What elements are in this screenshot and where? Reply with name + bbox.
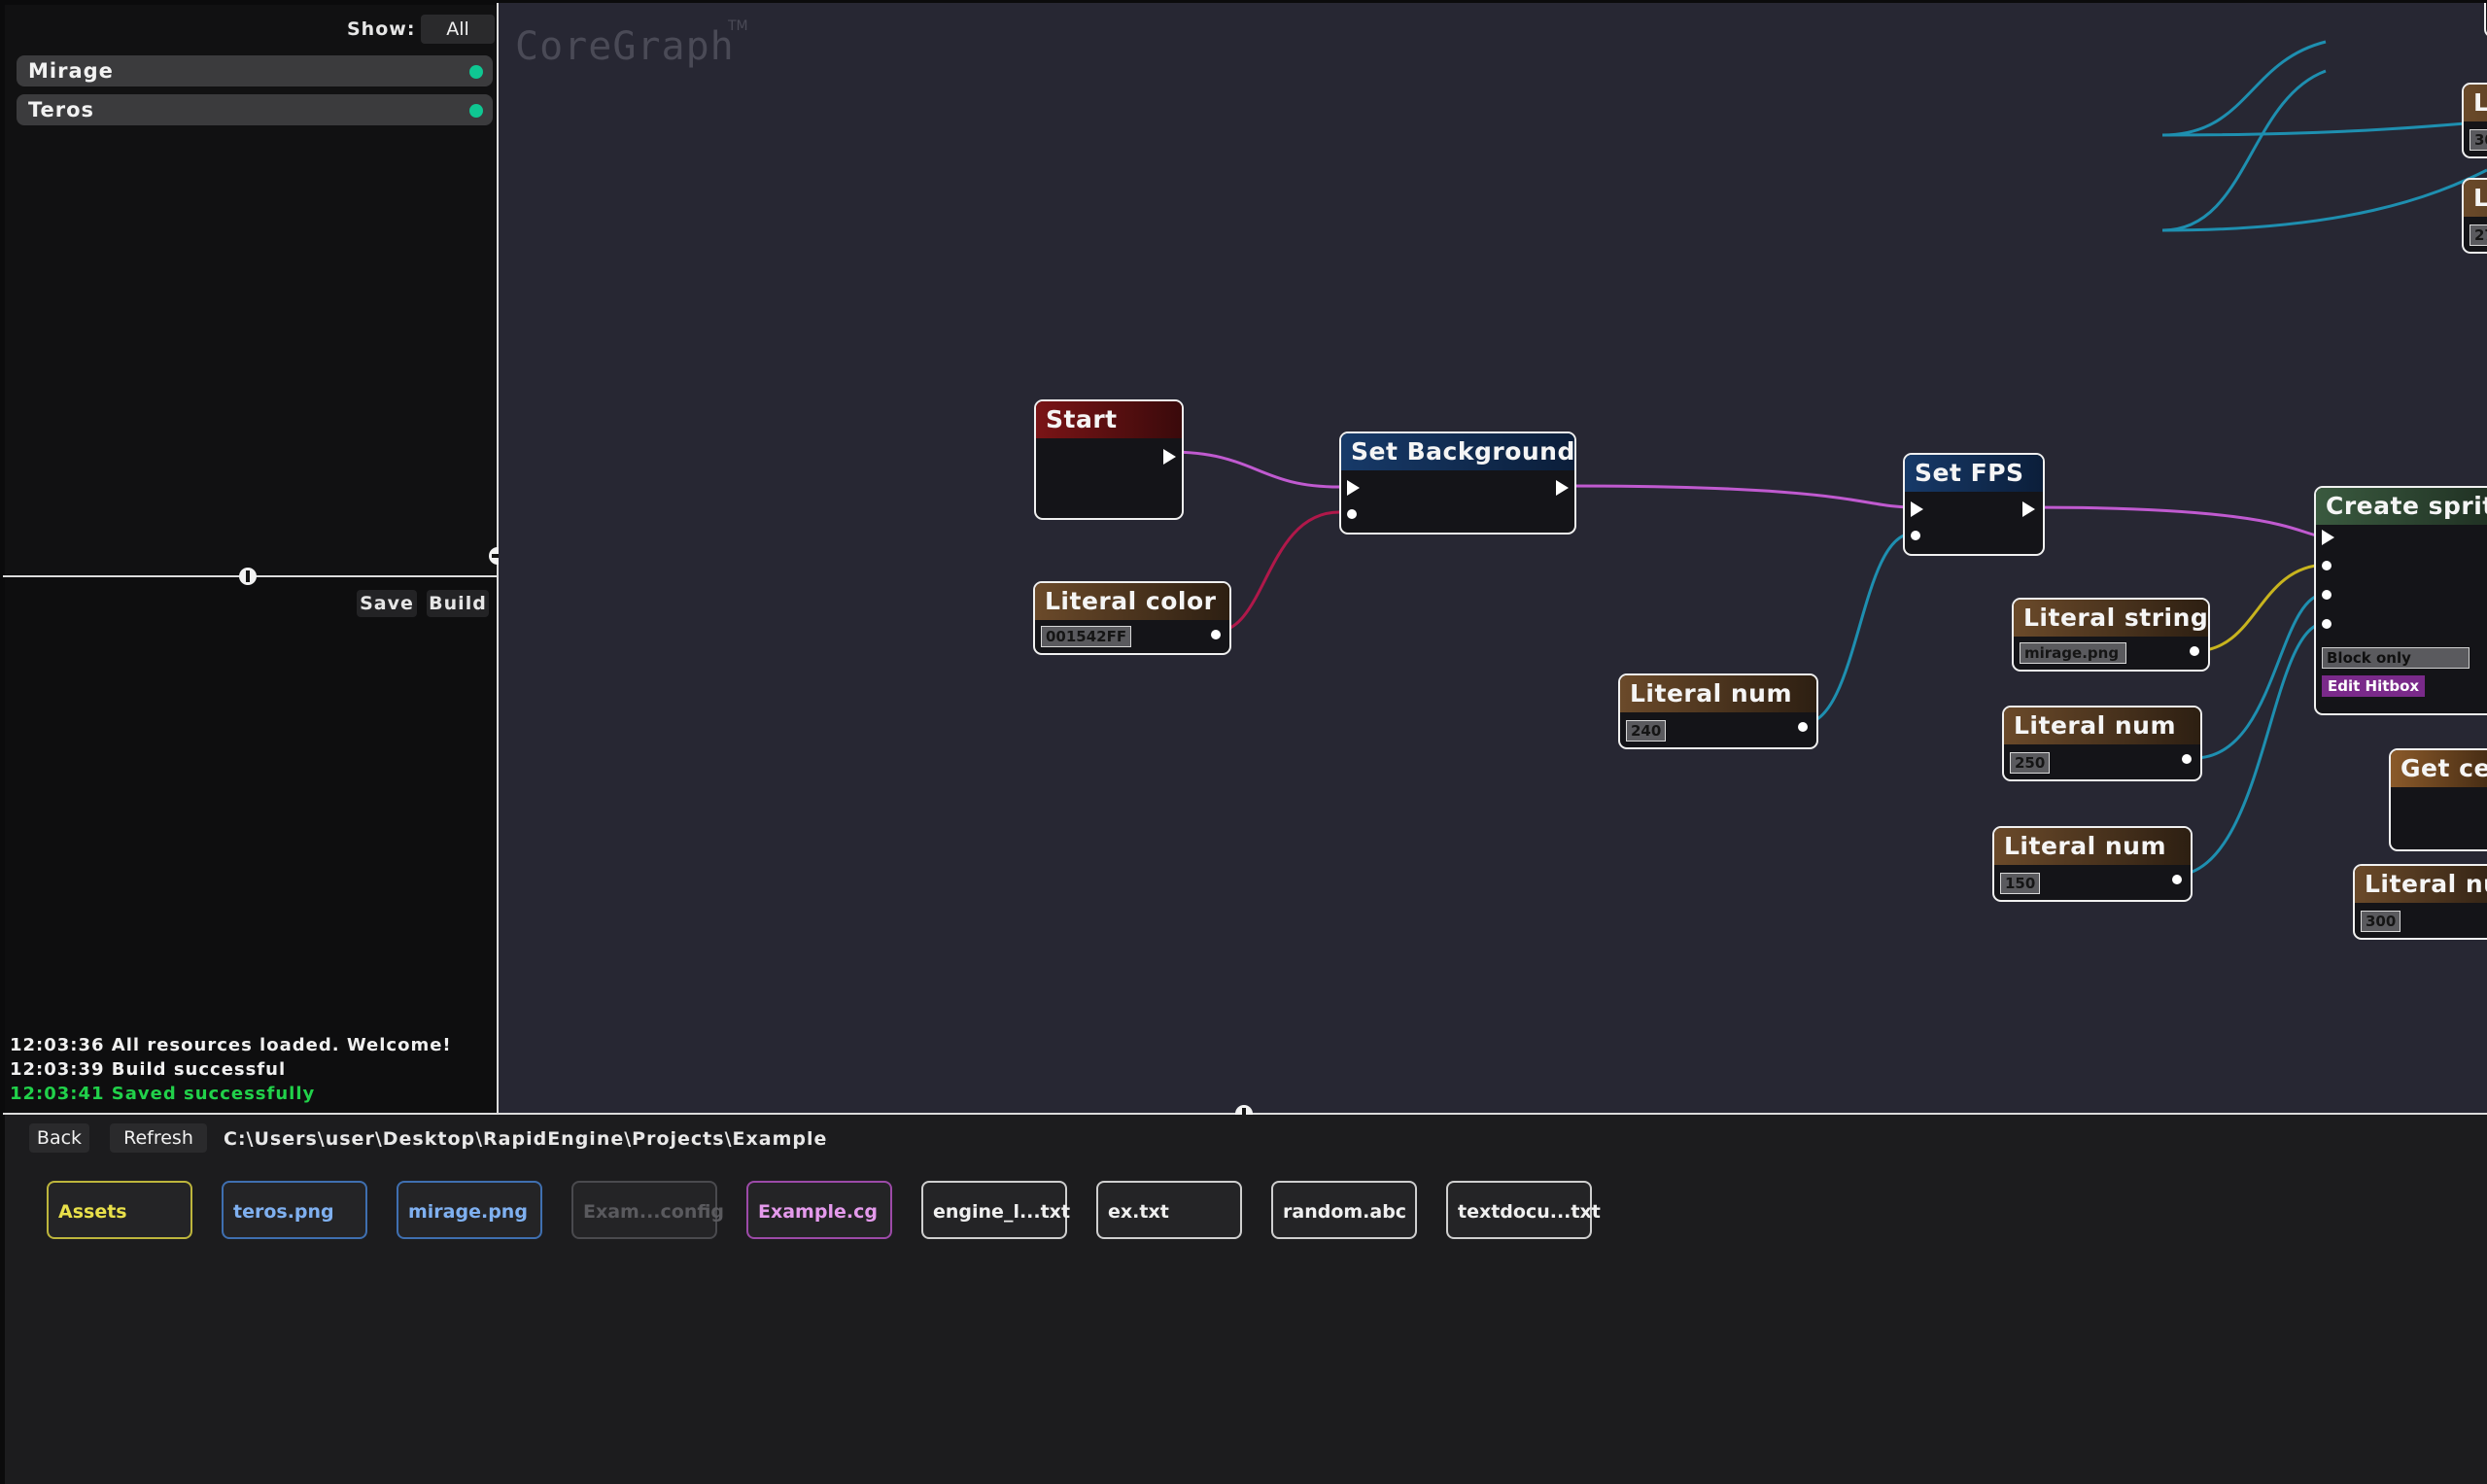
file-browser-panel: Back Refresh C:\Users\user\Desktop\Rapid… bbox=[5, 1115, 2487, 1484]
edit-hitbox-button[interactable]: Edit Hitbox bbox=[2322, 675, 2426, 697]
node-title: Start bbox=[1036, 401, 1182, 438]
node-start[interactable]: Start bbox=[1034, 399, 1184, 520]
node-title: Literal num bbox=[2464, 180, 2487, 217]
exec-wire bbox=[2028, 505, 2327, 538]
number-value-field[interactable]: 300 bbox=[2361, 911, 2401, 932]
node-title: Literal num bbox=[2004, 707, 2200, 744]
exec-out-pin-icon[interactable] bbox=[1163, 449, 1176, 465]
build-button[interactable]: Build bbox=[427, 590, 489, 617]
exec-out-pin-icon[interactable] bbox=[2022, 501, 2035, 517]
node-title: Set FPS bbox=[1905, 455, 2043, 492]
node-title: Get cer bbox=[2391, 750, 2487, 787]
node-set-fps[interactable]: Set FPS bbox=[1903, 453, 2045, 556]
save-button[interactable]: Save bbox=[357, 590, 417, 617]
show-filter-dropdown[interactable]: All bbox=[421, 15, 495, 44]
variables-panel: Show: All Mirage Teros bbox=[5, 5, 496, 575]
color-in-pin-icon[interactable] bbox=[1347, 509, 1357, 519]
node-create-sprite[interactable]: Create sprite Block only Edit Hitbox bbox=[2314, 486, 2487, 715]
node-set-background[interactable]: Set Background bbox=[1339, 431, 1576, 535]
variable-item-mirage[interactable]: Mirage bbox=[17, 55, 493, 86]
exec-wire bbox=[1168, 450, 1340, 489]
node-title: Literal num bbox=[1620, 675, 1816, 712]
file-item-teros-png[interactable]: teros.png bbox=[222, 1181, 367, 1239]
number-wire bbox=[1802, 532, 1914, 726]
node-literal-num-270[interactable]: Literal num 270 bbox=[2462, 178, 2487, 254]
log-line: 12:03:39 Build successful bbox=[10, 1059, 287, 1080]
log-line-success: 12:03:41 Saved successfully bbox=[10, 1084, 316, 1104]
number-wire bbox=[2161, 40, 2327, 137]
node-literal-color[interactable]: Literal color 001542FF bbox=[1033, 581, 1231, 655]
node-title: Literal num bbox=[1994, 828, 2191, 865]
output-pin-icon[interactable] bbox=[1798, 722, 1808, 732]
exec-in-pin-icon[interactable] bbox=[1911, 501, 1923, 517]
status-dot bbox=[469, 104, 483, 118]
number-in-pin-icon[interactable] bbox=[2322, 619, 2332, 629]
output-pin-icon[interactable] bbox=[2172, 875, 2182, 884]
output-pin-icon[interactable] bbox=[2190, 646, 2199, 656]
number-wire bbox=[2193, 592, 2327, 760]
output-pin-icon[interactable] bbox=[2182, 754, 2192, 764]
graph-canvas[interactable]: CoreGraph TM Start Literal color 001542F… bbox=[499, 3, 2487, 1113]
node-title: Literal color bbox=[1035, 583, 1229, 620]
number-wire bbox=[2161, 69, 2327, 232]
number-value-field[interactable]: 300 bbox=[2470, 129, 2487, 151]
node-literal-num-240[interactable]: Literal num 240 bbox=[1618, 673, 1818, 749]
node-get-center[interactable]: Get cer bbox=[2389, 748, 2487, 851]
exec-wire bbox=[1567, 484, 1914, 509]
number-in-pin-icon[interactable] bbox=[1911, 531, 1920, 540]
variable-name: Teros bbox=[28, 98, 95, 121]
file-item-assets-folder[interactable]: Assets bbox=[47, 1181, 192, 1239]
file-item-textdocument[interactable]: textdocu...txt bbox=[1446, 1181, 1601, 1239]
exec-in-pin-icon[interactable] bbox=[2322, 530, 2334, 545]
file-item-example-cg[interactable]: Example.cg bbox=[746, 1181, 892, 1239]
file-item-engine-log[interactable]: engine_l...txt bbox=[921, 1181, 1070, 1239]
node-literal-num-150[interactable]: Literal num 150 bbox=[1992, 826, 2193, 902]
log-line: 12:03:36 All resources loaded. Welcome! bbox=[10, 1035, 452, 1055]
node-title: Literal num bbox=[2464, 85, 2487, 121]
node-title: Literal nu bbox=[2355, 866, 2487, 903]
show-filter-label: Show: bbox=[347, 18, 416, 40]
string-wire bbox=[2193, 563, 2327, 653]
file-item-example-config[interactable]: Exam...config bbox=[571, 1181, 724, 1239]
status-dot bbox=[469, 65, 483, 79]
left-splitter-handle-icon[interactable] bbox=[239, 568, 257, 585]
number-value-field[interactable]: 270 bbox=[2470, 224, 2487, 246]
block-mode-dropdown[interactable]: Block only bbox=[2322, 647, 2470, 669]
color-value-field[interactable]: 001542FF bbox=[1041, 626, 1132, 647]
back-button[interactable]: Back bbox=[29, 1123, 89, 1153]
variable-item-teros[interactable]: Teros bbox=[17, 94, 493, 125]
wire-layer bbox=[1168, 40, 2487, 878]
color-wire bbox=[1215, 510, 1340, 634]
number-value-field[interactable]: 240 bbox=[1626, 720, 1667, 742]
node-literal-num-300-partial[interactable]: Literal nu 300 bbox=[2353, 864, 2487, 940]
node-title: Create sprite bbox=[2316, 488, 2487, 525]
exec-in-pin-icon[interactable] bbox=[1347, 480, 1360, 496]
node-literal-num-250[interactable]: Literal num 250 bbox=[2002, 706, 2202, 781]
file-item-ex-txt[interactable]: ex.txt bbox=[1096, 1181, 1242, 1239]
node-title: Literal string bbox=[2014, 600, 2208, 637]
number-value-field[interactable]: 250 bbox=[2010, 752, 2051, 774]
number-value-field[interactable]: 150 bbox=[2000, 873, 2041, 894]
file-item-mirage-png[interactable]: mirage.png bbox=[397, 1181, 542, 1239]
node-title: Set Background bbox=[1341, 433, 1574, 470]
node-literal-num-300[interactable]: Literal num 300 bbox=[2462, 83, 2487, 158]
number-in-pin-icon[interactable] bbox=[2322, 590, 2332, 600]
current-path: C:\Users\user\Desktop\RapidEngine\Projec… bbox=[224, 1128, 828, 1150]
variable-name: Mirage bbox=[28, 59, 114, 83]
console-panel: Save Build 12:03:36 All resources loaded… bbox=[5, 578, 496, 1113]
refresh-button[interactable]: Refresh bbox=[110, 1123, 207, 1153]
number-wire bbox=[2161, 168, 2487, 232]
string-in-pin-icon[interactable] bbox=[2322, 561, 2332, 570]
node-literal-string[interactable]: Literal string mirage.png bbox=[2012, 598, 2210, 672]
output-pin-icon[interactable] bbox=[1211, 630, 1221, 639]
exec-out-pin-icon[interactable] bbox=[1556, 480, 1569, 496]
string-value-field[interactable]: mirage.png bbox=[2020, 642, 2126, 664]
file-item-random-abc[interactable]: random.abc bbox=[1271, 1181, 1417, 1239]
